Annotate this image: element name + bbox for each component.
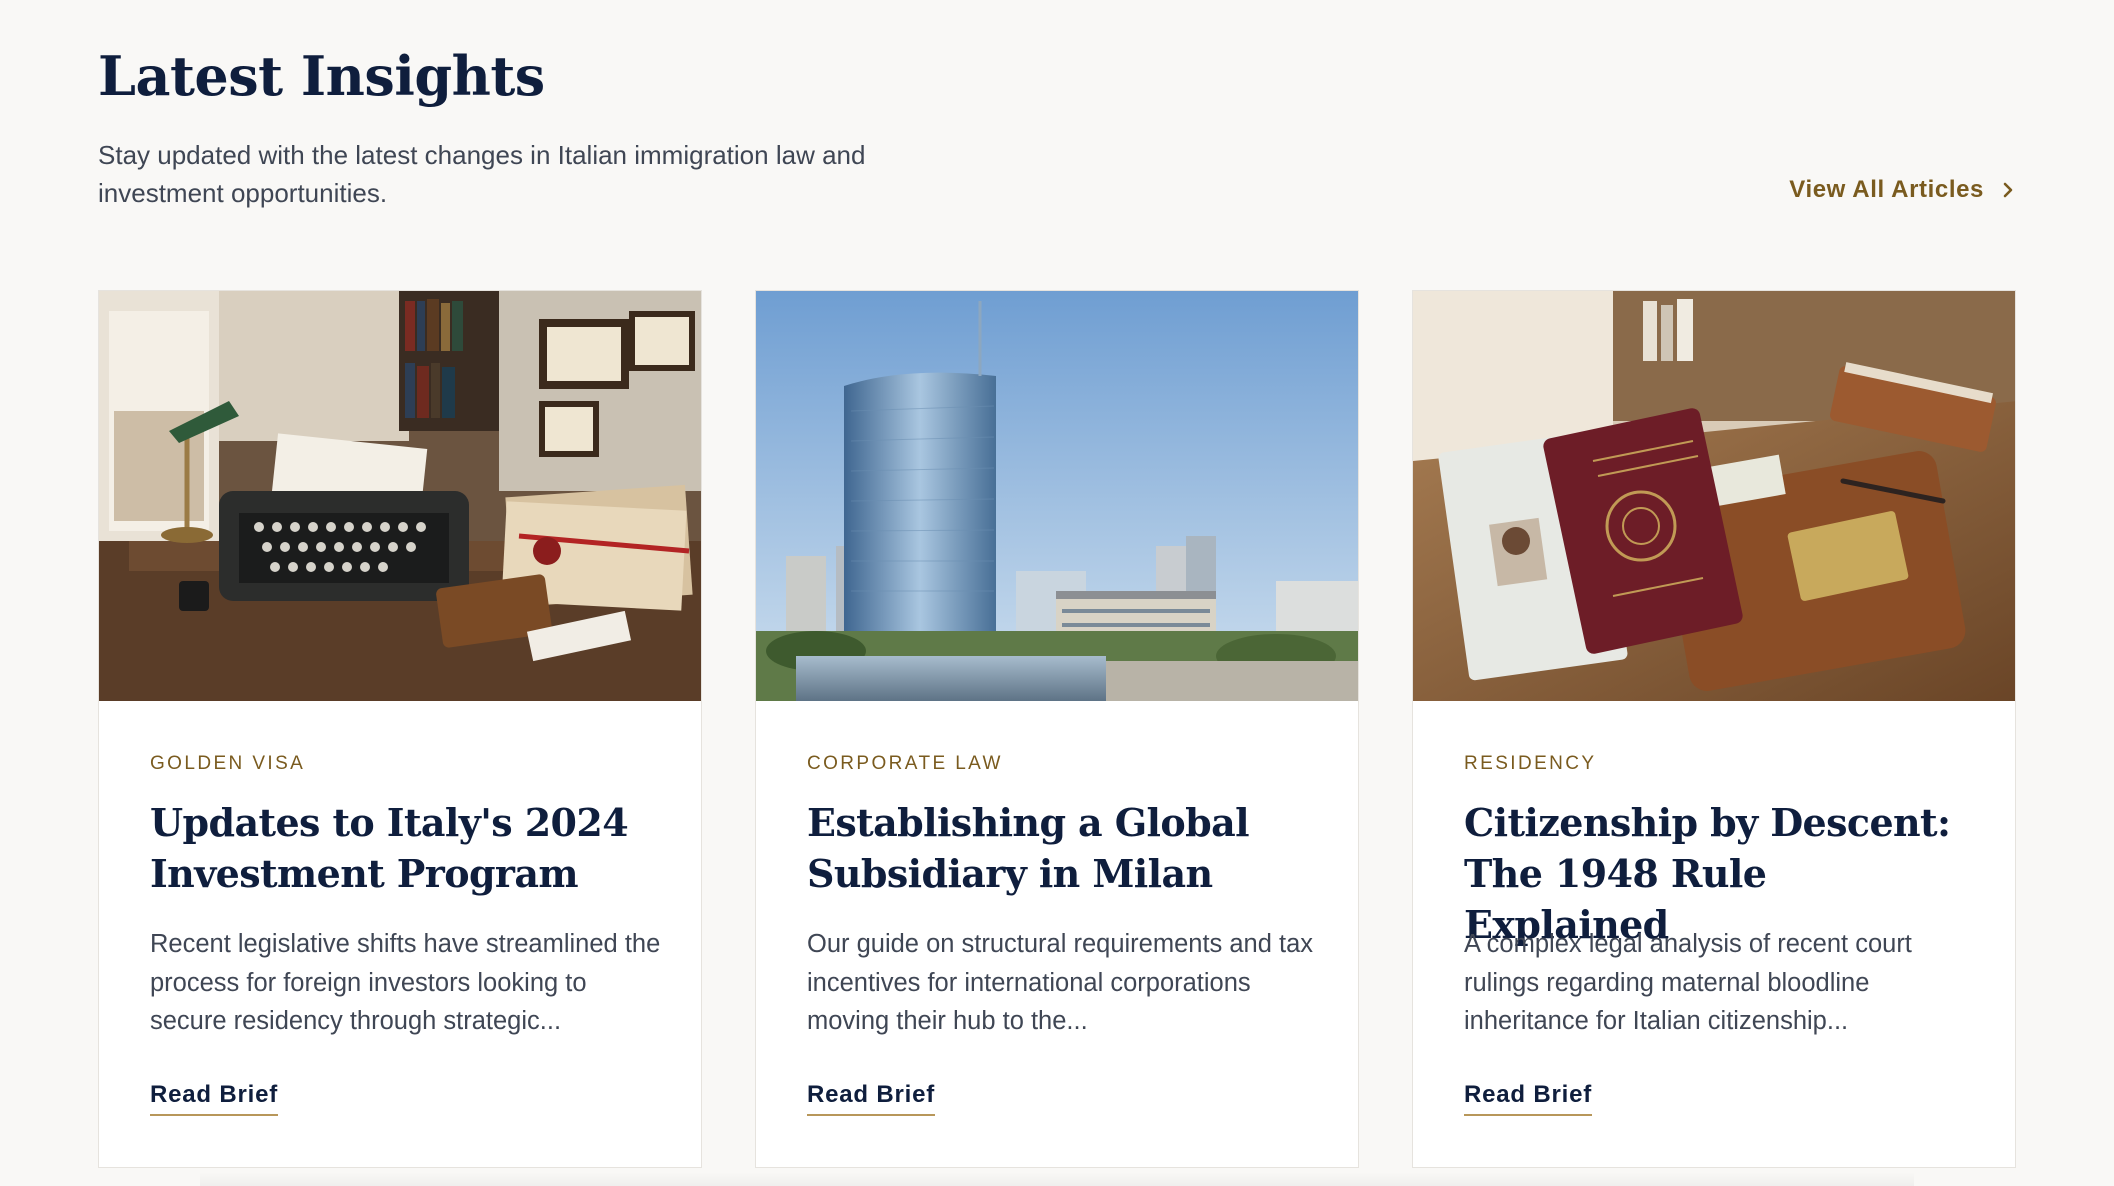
article-excerpt: A complex legal analysis of recent court…: [1464, 930, 1912, 1035]
article-image-passport-wallet[interactable]: [1413, 291, 2015, 701]
article-card-list: GOLDEN VISA Updates to Italy's 2024 Inve…: [98, 290, 2018, 1170]
article-title[interactable]: Establishing a Global Subsidiary in Mila…: [807, 797, 1317, 899]
section-subtitle: Stay updated with the latest changes in …: [98, 140, 866, 208]
article-category: RESIDENCY: [1464, 753, 1597, 774]
article-card[interactable]: GOLDEN VISA Updates to Italy's 2024 Inve…: [98, 290, 702, 1168]
read-brief-link[interactable]: Read Brief: [150, 1081, 279, 1116]
chevron-right-icon: [2003, 182, 2013, 198]
article-title[interactable]: Updates to Italy's 2024 Investment Progr…: [150, 797, 660, 899]
article-excerpt: Our guide on structural requirements and…: [807, 930, 1314, 1035]
insights-section: Latest Insights Stay updated with the la…: [98, 0, 2018, 1186]
article-excerpt: Recent legislative shifts have streamlin…: [150, 930, 661, 1035]
section-heading: Latest Insights: [98, 44, 545, 108]
view-all-label: View All Articles: [1789, 176, 1984, 203]
article-image-typewriter-desk[interactable]: [99, 291, 701, 701]
article-category: CORPORATE LAW: [807, 753, 1003, 774]
article-card[interactable]: CORPORATE LAW Establishing a Global Subs…: [755, 290, 1359, 1168]
read-brief-link[interactable]: Read Brief: [807, 1081, 936, 1116]
article-category: GOLDEN VISA: [150, 753, 306, 774]
read-brief-link[interactable]: Read Brief: [1464, 1081, 1593, 1116]
view-all-articles-link[interactable]: View All Articles: [1789, 176, 2018, 204]
bottom-shadow: [200, 1172, 1914, 1186]
article-card[interactable]: RESIDENCY Citizenship by Descent: The 19…: [1412, 290, 2016, 1168]
article-image-milan-skyline[interactable]: [756, 291, 1358, 701]
